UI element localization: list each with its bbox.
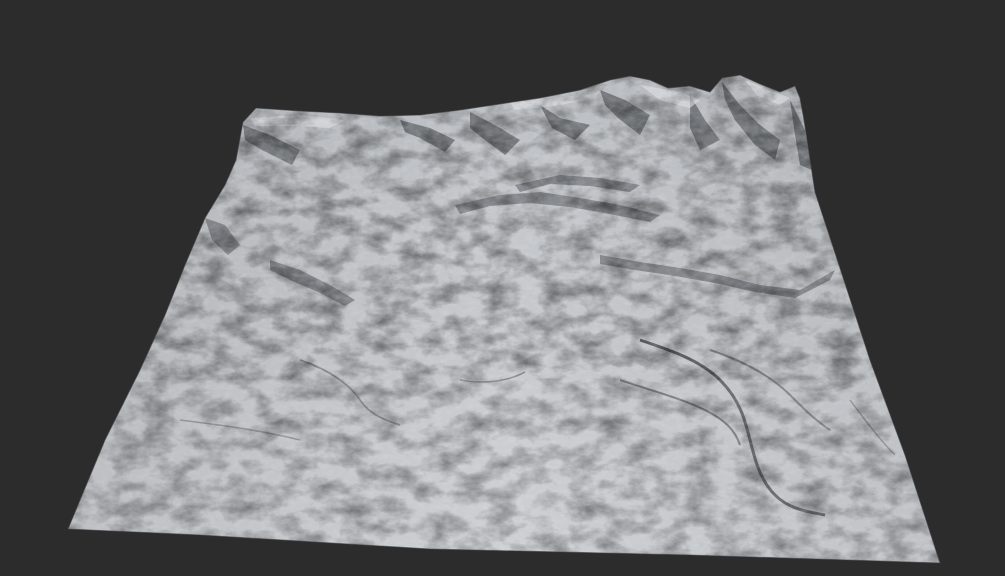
render-viewport[interactable] bbox=[0, 0, 1005, 576]
terrain-render bbox=[0, 0, 1005, 576]
